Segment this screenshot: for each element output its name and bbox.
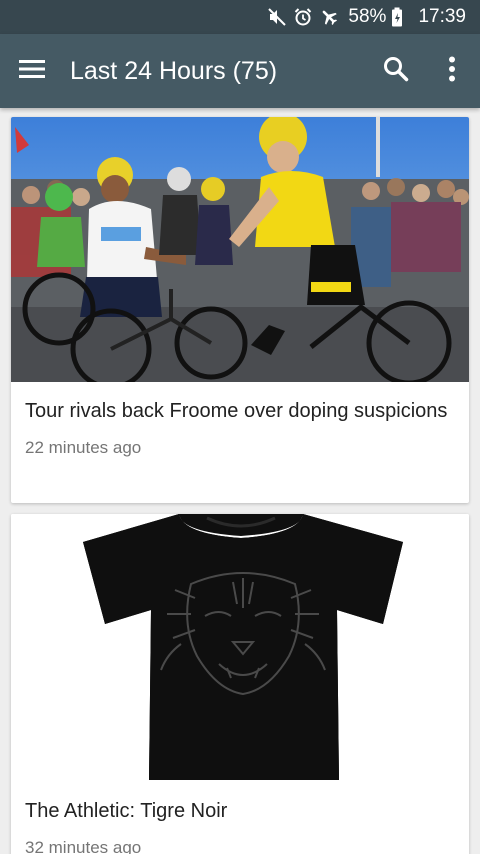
card-timestamp: 22 minutes ago <box>25 438 142 457</box>
app-bar: Last 24 Hours (75) <box>0 34 480 108</box>
alarm-icon <box>292 6 314 28</box>
search-icon <box>383 56 409 87</box>
card-title[interactable]: The Athletic: Tigre Noir <box>11 782 469 824</box>
battery-icon <box>390 6 404 28</box>
news-card[interactable]: Tour rivals back Froome over doping susp… <box>11 117 469 503</box>
cyclists-handshake-photo <box>11 117 469 390</box>
airplane-icon <box>318 6 340 28</box>
clock: 17:39 <box>418 6 466 27</box>
card-timestamp: 32 minutes ago <box>25 838 142 854</box>
more-vert-icon <box>448 56 456 87</box>
search-button[interactable] <box>368 34 424 108</box>
battery-percent: 58% <box>348 6 387 27</box>
news-feed[interactable]: Tour rivals back Froome over doping susp… <box>0 108 480 854</box>
menu-icon <box>19 59 45 84</box>
status-bar: 58% 17:39 <box>0 0 480 34</box>
overflow-menu-button[interactable] <box>424 34 480 108</box>
mute-icon <box>266 6 288 28</box>
black-tiger-tshirt-photo <box>11 514 469 782</box>
menu-button[interactable] <box>0 34 64 108</box>
card-title[interactable]: Tour rivals back Froome over doping susp… <box>11 382 469 424</box>
page-title: Last 24 Hours (75) <box>70 56 278 85</box>
news-card[interactable]: The Athletic: Tigre Noir 32 minutes ago <box>11 514 469 854</box>
